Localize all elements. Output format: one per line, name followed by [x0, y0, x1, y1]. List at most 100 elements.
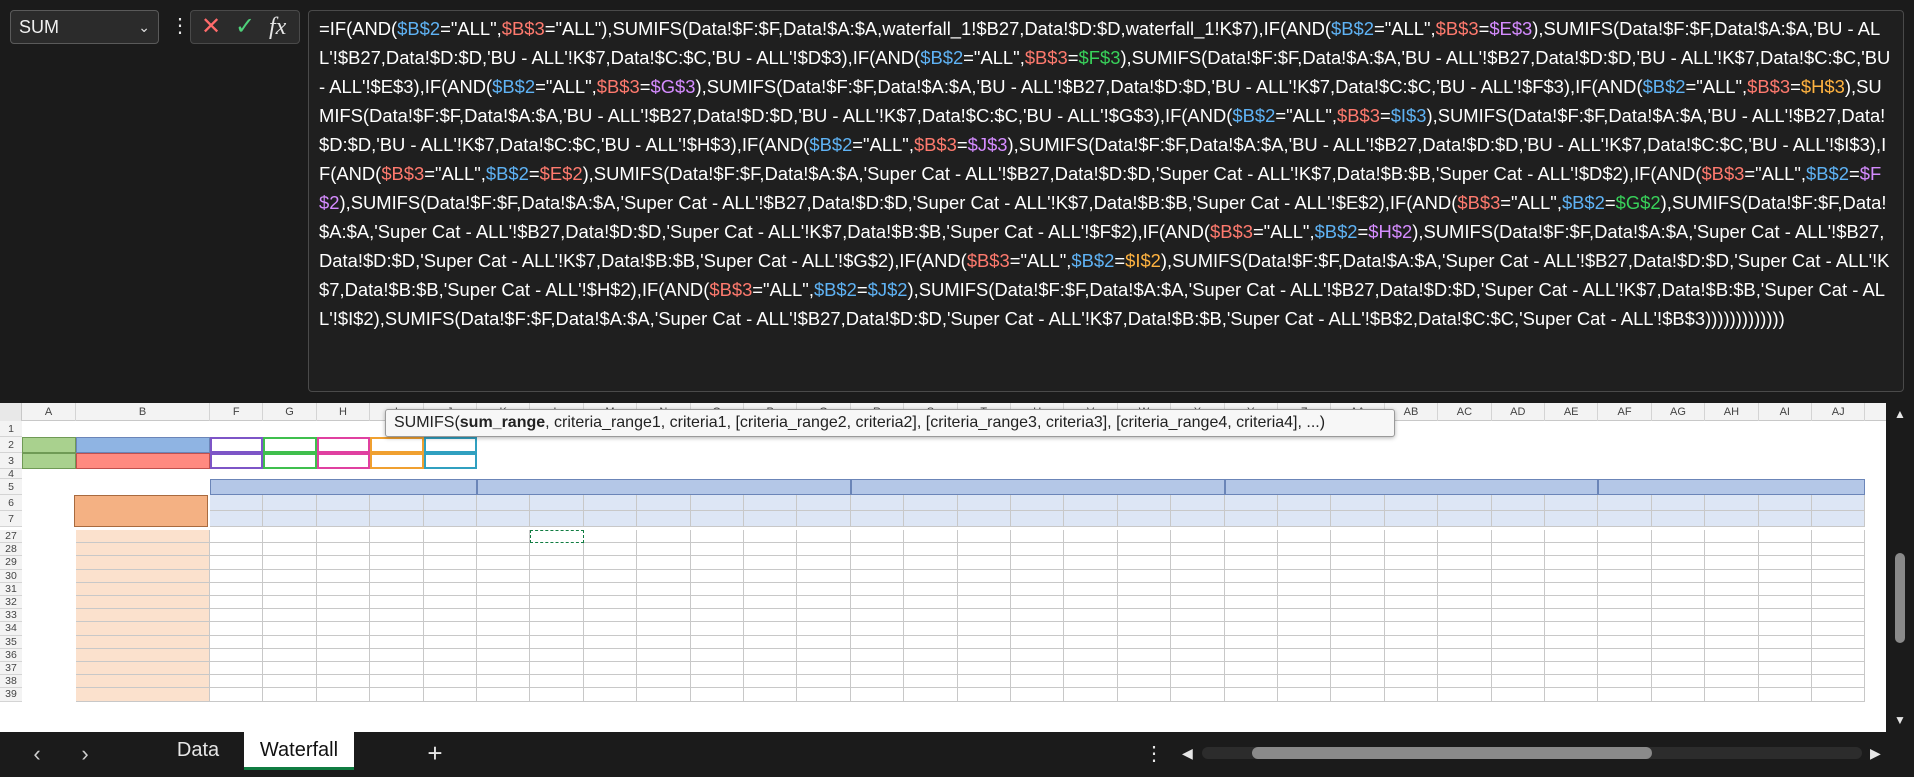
data-cell[interactable] [370, 609, 424, 623]
data-cell[interactable] [1224, 675, 1278, 689]
day-header[interactable] [1705, 495, 1759, 511]
data-cell[interactable] [423, 596, 477, 610]
data-cell[interactable] [1651, 569, 1706, 583]
data-cell[interactable] [477, 543, 531, 557]
data-cell[interactable] [1705, 609, 1759, 623]
data-cell[interactable] [690, 635, 744, 649]
task-date-cell[interactable] [76, 543, 210, 557]
data-cell[interactable] [1331, 569, 1385, 583]
day-header[interactable] [1064, 495, 1118, 511]
data-cell[interactable] [1331, 648, 1385, 662]
row-header[interactable]: 38 [0, 675, 22, 689]
data-cell[interactable] [210, 582, 264, 596]
data-cell[interactable] [530, 622, 584, 636]
day-header[interactable] [210, 495, 264, 511]
data-cell[interactable] [316, 648, 371, 662]
data-cell[interactable] [477, 596, 531, 610]
date-header[interactable] [1224, 511, 1278, 527]
data-cell[interactable] [583, 569, 638, 583]
data-cell[interactable] [316, 556, 371, 570]
data-cell[interactable] [957, 675, 1011, 689]
data-cell[interactable] [583, 635, 638, 649]
date-header[interactable] [1278, 511, 1332, 527]
data-cell[interactable] [1278, 556, 1332, 570]
data-cell[interactable] [1278, 596, 1332, 610]
data-cell[interactable] [316, 609, 371, 623]
data-cell[interactable] [477, 635, 531, 649]
day-header[interactable] [477, 495, 531, 511]
filter-swatch[interactable] [210, 453, 264, 469]
data-cell[interactable] [690, 530, 744, 544]
day-header[interactable] [1117, 495, 1172, 511]
data-cell[interactable] [1224, 609, 1278, 623]
data-cell[interactable] [850, 582, 905, 596]
date-header[interactable] [530, 511, 584, 527]
data-cell[interactable] [744, 530, 798, 544]
data-cell[interactable] [797, 609, 851, 623]
day-header[interactable] [1331, 495, 1385, 511]
data-cell[interactable] [210, 635, 264, 649]
data-cell[interactable] [477, 569, 531, 583]
data-cell[interactable] [263, 582, 317, 596]
data-cell[interactable] [477, 582, 531, 596]
data-cell[interactable] [1117, 622, 1172, 636]
data-cell[interactable] [1384, 582, 1439, 596]
data-cell[interactable] [1491, 622, 1545, 636]
data-cell[interactable] [1438, 582, 1492, 596]
data-cell[interactable] [744, 662, 798, 676]
data-cell[interactable] [1438, 688, 1492, 702]
column-header[interactable]: AJ [1812, 403, 1866, 421]
data-cell[interactable] [423, 582, 477, 596]
data-cell[interactable] [1224, 635, 1278, 649]
data-cell[interactable] [1598, 543, 1652, 557]
data-cell[interactable] [904, 675, 958, 689]
data-cell[interactable] [1491, 648, 1545, 662]
data-cell[interactable] [904, 609, 958, 623]
data-cell[interactable] [1117, 675, 1172, 689]
data-cell[interactable] [370, 543, 424, 557]
data-cell[interactable] [1011, 635, 1065, 649]
data-cell[interactable] [423, 569, 477, 583]
data-cell[interactable] [1278, 530, 1332, 544]
data-cell[interactable] [1278, 609, 1332, 623]
data-cell[interactable] [1545, 582, 1599, 596]
filter-swatch[interactable] [370, 437, 424, 453]
data-cell[interactable] [690, 582, 744, 596]
column-header[interactable]: H [317, 403, 371, 421]
data-cell[interactable] [1758, 622, 1812, 636]
data-cell[interactable] [904, 556, 958, 570]
data-cell[interactable] [1651, 543, 1706, 557]
data-cell[interactable] [1171, 609, 1225, 623]
column-header[interactable]: AI [1759, 403, 1812, 421]
data-cell[interactable] [957, 635, 1011, 649]
data-cell[interactable] [1758, 688, 1812, 702]
data-cell[interactable] [370, 675, 424, 689]
date-header[interactable] [1705, 511, 1759, 527]
date-header[interactable] [690, 511, 744, 527]
task-date-cell[interactable] [76, 556, 210, 570]
data-cell[interactable] [637, 569, 691, 583]
date-header[interactable] [263, 511, 317, 527]
data-cell[interactable] [1651, 675, 1706, 689]
row-header[interactable]: 5 [0, 479, 22, 495]
data-cell[interactable] [1384, 530, 1439, 544]
data-cell[interactable] [744, 582, 798, 596]
data-cell[interactable] [1705, 622, 1759, 636]
cancel-x-icon[interactable]: ✕ [201, 13, 221, 41]
data-cell[interactable] [263, 635, 317, 649]
day-header[interactable] [316, 495, 371, 511]
day-header[interactable] [1598, 495, 1652, 511]
data-cell[interactable] [850, 530, 905, 544]
data-cell[interactable] [1705, 635, 1759, 649]
horizontal-scroll-track[interactable] [1202, 747, 1862, 759]
date-header[interactable] [1758, 511, 1812, 527]
data-cell[interactable] [1224, 582, 1278, 596]
data-cell[interactable] [1651, 530, 1706, 544]
row-header[interactable]: 27 [0, 530, 22, 544]
column-header[interactable]: AC [1438, 403, 1492, 421]
row-header[interactable]: 34 [0, 622, 22, 636]
scroll-right-icon[interactable]: ▶ [1870, 742, 1881, 764]
date-header[interactable] [850, 511, 905, 527]
data-cell[interactable] [210, 543, 264, 557]
data-cell[interactable] [1651, 609, 1706, 623]
